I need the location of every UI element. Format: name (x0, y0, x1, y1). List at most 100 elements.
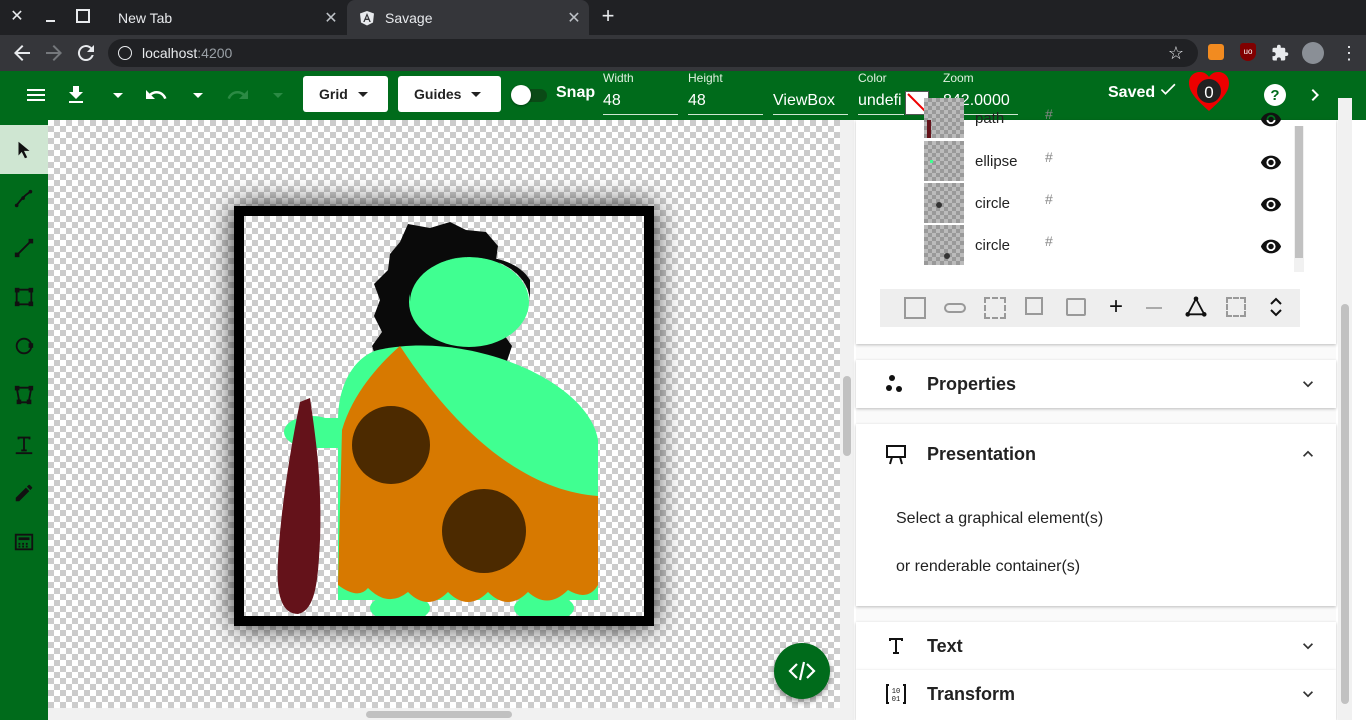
transform-matrix-icon: 10 01 (884, 682, 908, 706)
guides-dropdown[interactable]: Guides (398, 76, 501, 112)
chevron-up-icon (1298, 444, 1318, 464)
pencil-icon (15, 484, 33, 501)
measure-tool[interactable] (0, 517, 48, 566)
chevron-down-icon (1298, 636, 1318, 656)
panel-scroll-thumb[interactable] (1341, 304, 1349, 704)
canvas-vertical-scrollbar[interactable] (840, 120, 854, 720)
height-field[interactable]: Height 48 (688, 71, 763, 120)
artwork-svg[interactable] (48, 120, 840, 708)
browser-menu-icon[interactable]: ⋮ (1340, 42, 1358, 64)
text-tool[interactable] (0, 419, 48, 468)
path-edit-tool[interactable] (0, 174, 48, 223)
grid-dropdown[interactable]: Grid (303, 76, 388, 112)
ungroup-icon[interactable] (984, 297, 1006, 319)
bookmark-star-icon[interactable]: ☆ (1168, 39, 1184, 67)
polygon-tool[interactable] (0, 370, 48, 419)
select-tool[interactable] (0, 125, 48, 174)
forward-icon[interactable] (42, 41, 66, 65)
bezier-curve-icon (14, 189, 33, 207)
extensions-puzzle-icon[interactable] (1271, 44, 1289, 62)
layer-name: circle (975, 195, 1011, 212)
restore-window-icon[interactable] (76, 9, 90, 23)
angular-favicon-icon (359, 10, 375, 26)
close-window-icon[interactable]: ✕ (8, 8, 26, 26)
add-icon[interactable]: + (1106, 293, 1126, 321)
url-field[interactable]: localhost:4200 ☆ (108, 39, 1198, 67)
visibility-eye-icon[interactable] (1260, 108, 1282, 135)
redo-options-caret-icon[interactable] (266, 83, 290, 107)
undo-options-caret-icon[interactable] (186, 83, 210, 107)
layer-row[interactable]: ellipse # (924, 141, 1314, 183)
link-icon[interactable] (944, 303, 966, 313)
presentation-section-header[interactable]: Presentation (856, 430, 1336, 478)
layer-id[interactable]: # (1045, 233, 1053, 249)
canvas-horizontal-scrollbar[interactable] (48, 708, 840, 720)
height-input[interactable]: 48 (688, 89, 763, 115)
tab-savage[interactable]: Savage ✕ (347, 0, 589, 35)
code-view-button[interactable] (774, 643, 830, 699)
presentation-title: Presentation (927, 444, 1037, 464)
image-icon[interactable] (1066, 298, 1086, 316)
viewbox-input[interactable]: ViewBox (773, 89, 848, 115)
canvas-horizontal-thumb[interactable] (366, 711, 512, 718)
url-host: localhost (142, 45, 198, 61)
close-tab-icon[interactable]: ✕ (559, 8, 589, 28)
cursor-arrow-icon (18, 141, 30, 158)
color-input[interactable]: undefi (858, 89, 904, 115)
width-input[interactable]: 48 (603, 89, 678, 115)
canvas-vertical-thumb[interactable] (843, 376, 851, 456)
ellipse-tool[interactable] (0, 321, 48, 370)
new-tab-icon[interactable]: + (598, 4, 618, 28)
height-label: Height (688, 71, 723, 85)
layer-id[interactable]: # (1045, 106, 1053, 122)
snap-toggle[interactable] (511, 85, 549, 105)
rss-extension-icon[interactable] (1208, 44, 1224, 60)
undo-icon[interactable] (144, 83, 168, 107)
properties-section-header[interactable]: Properties (856, 360, 1336, 408)
panel-scrollbar[interactable] (1338, 98, 1352, 720)
width-field[interactable]: Width 48 (603, 71, 678, 120)
close-tab-icon[interactable]: ✕ (316, 8, 346, 28)
reload-icon[interactable] (74, 41, 98, 65)
viewbox-field[interactable]: ViewBox (773, 71, 848, 120)
visibility-eye-icon[interactable] (1260, 193, 1282, 220)
text-section-header[interactable]: Text (856, 622, 1336, 670)
tab-title: Savage (385, 9, 433, 26)
group-icon[interactable] (904, 297, 926, 319)
redo-icon[interactable] (226, 83, 250, 107)
chevron-down-icon (471, 91, 482, 97)
expand-collapse-icon[interactable] (1266, 295, 1286, 319)
drawing-canvas[interactable] (48, 120, 840, 708)
rectangle-tool[interactable] (0, 272, 48, 321)
text-title: Text (927, 636, 963, 656)
layers-scrollbar[interactable] (1294, 126, 1304, 272)
path-nodes-icon[interactable] (1185, 296, 1207, 318)
ublock-extension-icon[interactable]: uo (1240, 43, 1256, 61)
color-field[interactable]: Color undefi (858, 71, 930, 120)
layer-row[interactable]: path # (924, 98, 1314, 140)
download-icon[interactable] (64, 83, 88, 107)
tab-new-tab[interactable]: New Tab ✕ (98, 0, 346, 35)
spot-circle[interactable] (442, 489, 526, 573)
properties-icon (884, 372, 908, 396)
pencil-tool[interactable] (0, 468, 48, 517)
line-tool[interactable] (0, 223, 48, 272)
visibility-eye-icon[interactable] (1260, 235, 1282, 262)
layer-row[interactable]: circle # (924, 225, 1314, 267)
spot-circle[interactable] (352, 406, 430, 484)
profile-avatar[interactable] (1302, 42, 1324, 64)
layer-id[interactable]: # (1045, 149, 1053, 165)
remove-icon[interactable] (1146, 307, 1162, 309)
ellipse-icon (15, 337, 34, 354)
duplicate-icon[interactable] (1025, 297, 1043, 315)
layer-id[interactable]: # (1045, 191, 1053, 207)
transform-section-header[interactable]: 10 01 Transform (856, 670, 1336, 720)
site-info-icon[interactable] (118, 46, 132, 60)
visibility-eye-icon[interactable] (1260, 151, 1282, 178)
convert-icon[interactable] (1226, 297, 1246, 317)
minimize-window-icon[interactable] (44, 8, 58, 26)
back-icon[interactable] (10, 41, 34, 65)
layer-row[interactable]: circle # (924, 183, 1314, 225)
download-options-caret-icon[interactable] (106, 83, 130, 107)
menu-icon[interactable] (24, 83, 48, 107)
